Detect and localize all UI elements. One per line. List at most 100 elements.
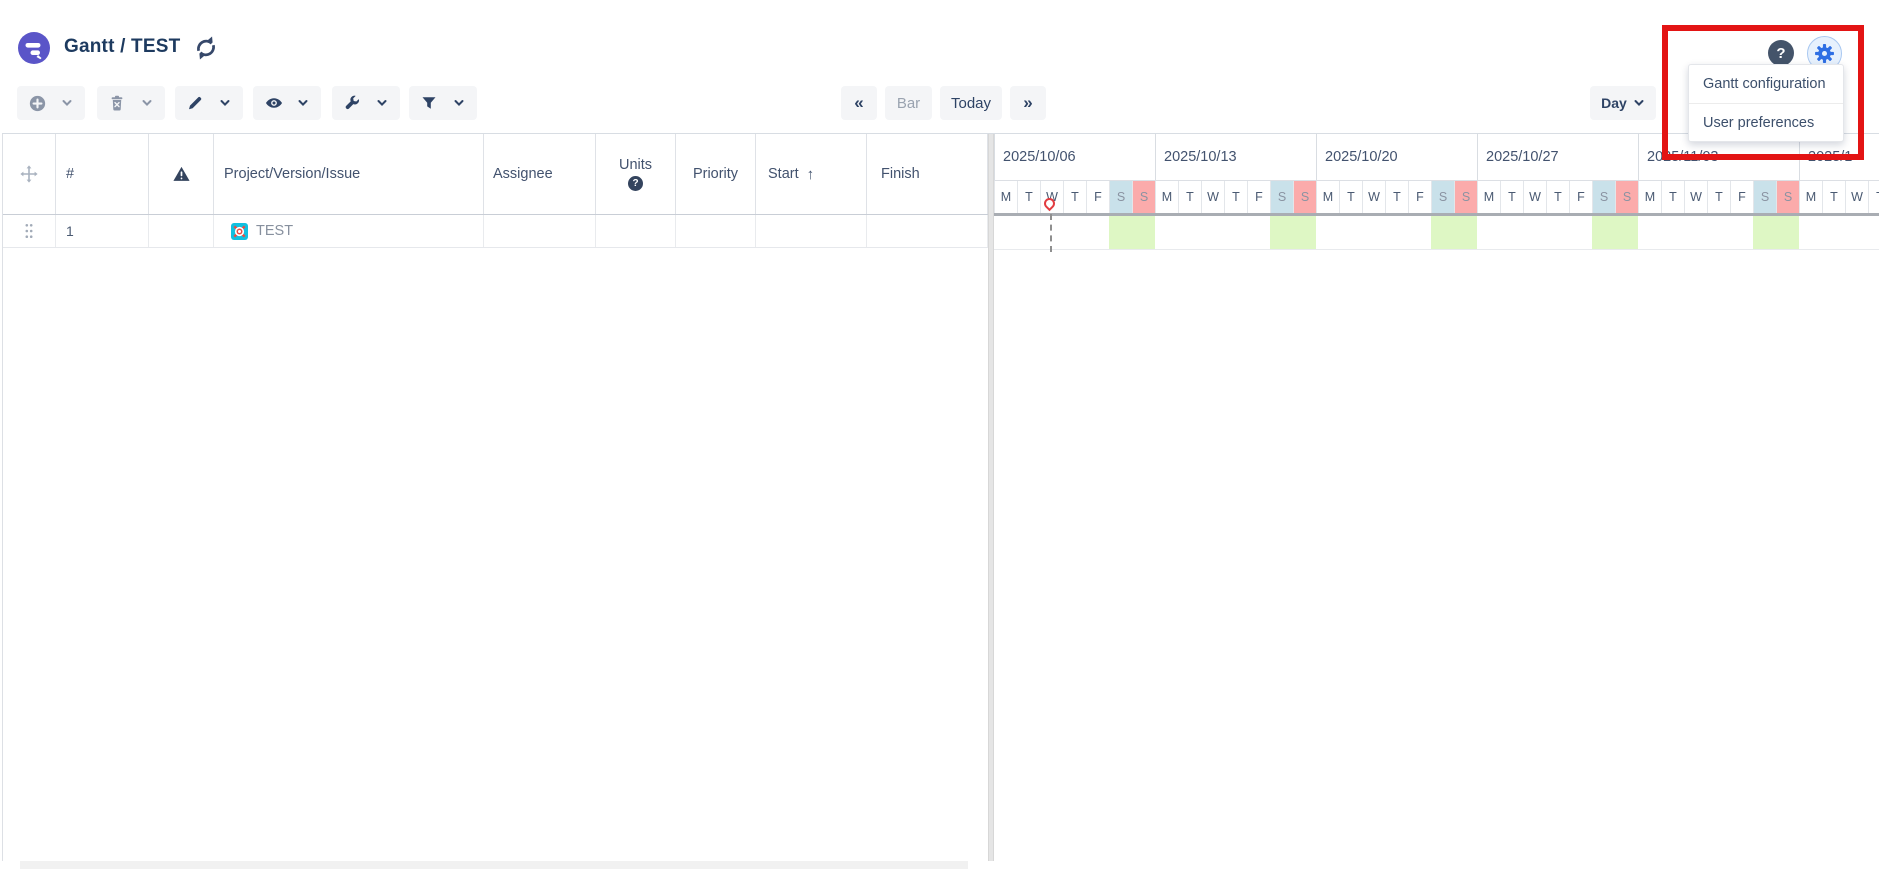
menu-item-gantt-configuration[interactable]: Gantt configuration [1689,65,1843,103]
chevron-down-icon [297,97,309,109]
timeline-day-cell: F [1247,181,1270,213]
column-header-start[interactable]: Start ↑ [756,134,867,214]
timeline-row-band [994,216,1879,250]
timeline-day-cell: S [1270,181,1293,213]
timeline-day-cell: M [1477,181,1500,213]
horizontal-scrollbar[interactable] [20,861,968,869]
timeline-day-cell: T [1546,181,1569,213]
timeline-day-cell: T [1822,181,1845,213]
time-scale-value: Day [1601,95,1627,111]
row-drag-cell[interactable] [3,215,56,247]
gantt-logo-icon [18,32,50,64]
plus-circle-icon [29,95,46,112]
chevron-down-icon [141,97,153,109]
timeline-week-header: 2025/10/13 [1155,134,1316,180]
timeline-day-cell: S [1776,181,1799,213]
weekend-highlight [1109,216,1155,249]
timeline-week-header: 2025/10/20 [1316,134,1477,180]
timeline-panel: 2025/10/062025/10/132025/10/202025/10/27… [994,134,1879,861]
scroll-left-button[interactable]: « [841,86,877,120]
column-header-warning [149,134,214,214]
scroll-right-button[interactable]: » [1010,86,1046,120]
sort-ascending-icon: ↑ [807,166,815,183]
timeline-day-cell: T [1063,181,1086,213]
timeline-day-cell: F [1730,181,1753,213]
timeline-day-cell: M [994,181,1017,213]
trash-icon [109,95,125,111]
row-finish-cell [867,215,988,247]
row-units-cell [596,215,676,247]
timeline-day-cell: T [1339,181,1362,213]
row-number-cell: 1 [56,215,149,247]
menu-item-user-preferences[interactable]: User preferences [1689,103,1843,141]
column-header-drag [3,134,56,214]
refresh-icon[interactable] [193,35,219,61]
timeline-day-cell: S [1454,181,1477,213]
warning-icon [173,166,190,182]
help-icon[interactable]: ? [1768,40,1794,66]
bar-button[interactable]: Bar [885,86,932,120]
time-scale-select[interactable]: Day [1590,86,1656,120]
column-header-units[interactable]: Units ? [596,134,676,214]
timeline-day-cell: W [1201,181,1224,213]
wrench-icon [344,95,360,111]
weekend-highlight [1431,216,1477,249]
edit-button[interactable] [175,86,243,120]
add-task-button[interactable] [17,86,85,120]
timeline-day-cell: T [1178,181,1201,213]
row-project-cell[interactable]: TEST [214,215,484,247]
delete-task-button[interactable] [97,86,165,120]
project-avatar [231,223,248,240]
timeline-day-cell: M [1638,181,1661,213]
timeline-day-cell: T [1224,181,1247,213]
timeline-day-cell: F [1086,181,1109,213]
timeline-day-cell: S [1431,181,1454,213]
timeline-week-header: 2025/10/27 [1477,134,1638,180]
units-help-icon[interactable]: ? [628,176,643,191]
timeline-day-cell: M [1316,181,1339,213]
column-header-assignee[interactable]: Assignee [484,134,596,214]
timeline-day-cell: T [1868,181,1879,213]
timeline-day-cell: S [1615,181,1638,213]
row-assignee-cell [484,215,596,247]
chevron-down-icon [219,97,231,109]
timeline-day-cell: S [1293,181,1316,213]
timeline-day-cell: F [1408,181,1431,213]
chevron-down-icon [453,97,465,109]
timeline-week-header: 2025/10/06 [994,134,1155,180]
row-warning-cell [149,215,214,247]
today-button[interactable]: Today [940,86,1002,120]
timeline-day-cell: T [1385,181,1408,213]
filter-icon [421,95,437,111]
wbs-grid-panel: # Project/Version/Issue Assignee Units ?… [2,134,988,861]
filter-button[interactable] [409,86,477,120]
start-label: Start [768,166,799,182]
today-marker-line [1050,214,1052,252]
column-header-num[interactable]: # [56,134,149,214]
timeline-day-cell: T [1500,181,1523,213]
column-header-project[interactable]: Project/Version/Issue [214,134,484,214]
gear-icon [1814,43,1835,64]
table-row[interactable]: 1 TEST [3,215,988,248]
chevron-down-icon [61,97,73,109]
row-priority-cell [676,215,756,247]
eye-icon [265,95,283,111]
timeline-day-cell: M [1155,181,1178,213]
view-options-button[interactable] [253,86,321,120]
chevron-down-icon [1633,97,1645,109]
grid-header-row: # Project/Version/Issue Assignee Units ?… [3,134,988,215]
column-header-priority[interactable]: Priority [676,134,756,214]
timeline-day-cell: T [1661,181,1684,213]
pencil-icon [187,95,203,111]
drag-grip-icon[interactable] [24,223,34,239]
move-icon [20,165,38,183]
timeline-day-cell: S [1592,181,1615,213]
gantt-app: Gantt / TEST [0,0,1879,870]
tools-button[interactable] [332,86,400,120]
timeline-day-cell: T [1707,181,1730,213]
timeline-day-cell: T [1017,181,1040,213]
timeline-day-cell: W [1362,181,1385,213]
timeline-day-cell: M [1799,181,1822,213]
column-header-finish[interactable]: Finish [867,134,988,214]
row-start-cell [756,215,867,247]
